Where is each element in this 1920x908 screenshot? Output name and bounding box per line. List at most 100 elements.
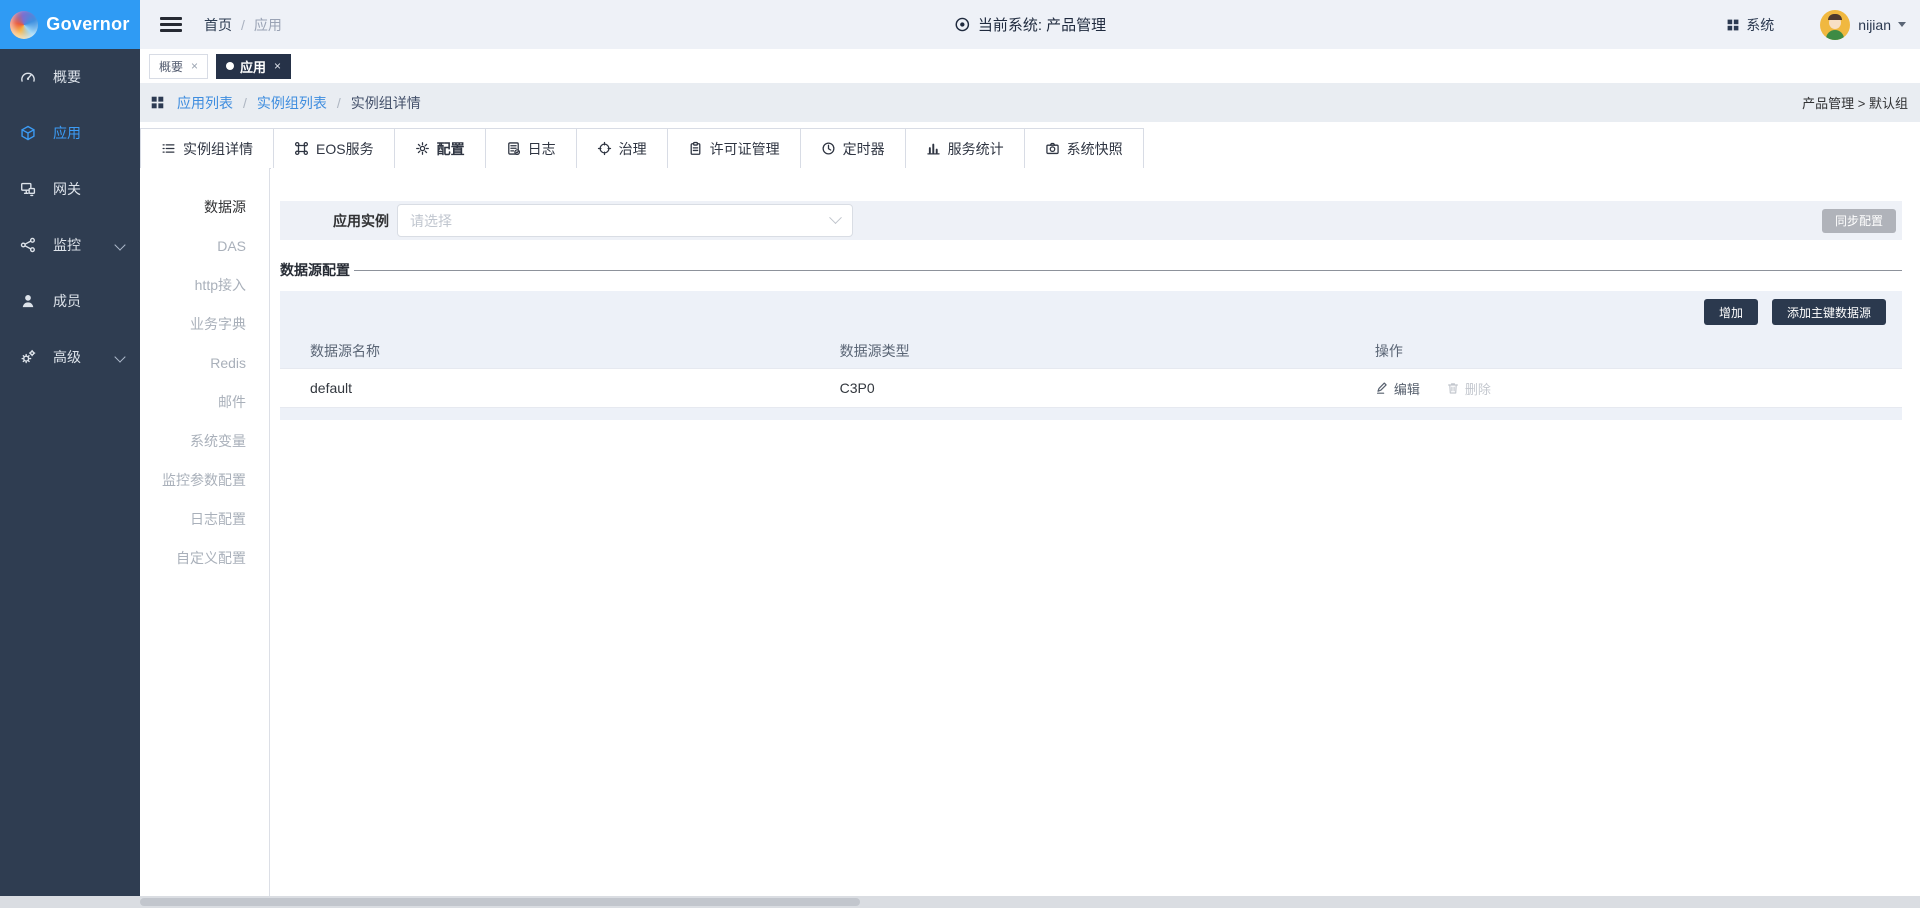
current-system-indicator: 当前系统: 产品管理 xyxy=(954,14,1106,35)
submenu-item[interactable]: http接入 xyxy=(140,266,269,305)
submenu-item[interactable]: Redis xyxy=(140,344,269,383)
gears-icon xyxy=(20,349,36,365)
breadcrumb-current: 应用 xyxy=(254,15,282,35)
chevron-down-icon[interactable] xyxy=(1898,22,1906,27)
tab[interactable]: 定时器 xyxy=(800,128,905,168)
tab[interactable]: 日志 xyxy=(485,128,576,168)
tag-bar: 概要 × 应用 × xyxy=(140,49,1920,83)
eos-icon xyxy=(294,141,309,156)
submenu-item[interactable]: 监控参数配置 xyxy=(140,461,269,500)
tab[interactable]: 实例组详情 xyxy=(140,128,273,168)
tab-label: 定时器 xyxy=(843,139,885,159)
grid-icon xyxy=(1726,18,1740,32)
horizontal-scrollbar[interactable] xyxy=(0,896,1920,908)
sidebar-item[interactable]: 应用 xyxy=(0,105,140,161)
tab[interactable]: 许可证管理 xyxy=(667,128,800,168)
instance-select-row: 应用实例 请选择 同步配置 xyxy=(280,201,1902,240)
tab-label: 许可证管理 xyxy=(710,139,780,159)
sidebar-item[interactable]: 监控 xyxy=(0,217,140,273)
delete-action[interactable]: 删除 xyxy=(1446,379,1491,398)
sidebar-item[interactable]: 高级 xyxy=(0,329,140,385)
tab[interactable]: 服务统计 xyxy=(905,128,1024,168)
breadcrumb-link-app-list[interactable]: 应用列表 xyxy=(177,93,233,113)
chevron-down-icon xyxy=(114,351,125,362)
column-header-name: 数据源名称 xyxy=(280,341,840,361)
gauge-icon xyxy=(20,69,36,85)
top-header: 首页 / 应用 当前系统: 产品管理 系统 nijian xyxy=(140,0,1920,49)
logo[interactable]: Governor xyxy=(0,0,140,49)
apps-grid-icon[interactable] xyxy=(150,95,165,110)
config-submenu: 数据源DAShttp接入业务字典Redis邮件系统变量监控参数配置日志配置自定义… xyxy=(140,168,270,896)
table-row: default C3P0 编辑 删除 xyxy=(280,368,1902,408)
chevron-down-icon xyxy=(829,211,842,224)
submenu-item[interactable]: DAS xyxy=(140,227,269,266)
submenu-item[interactable]: 邮件 xyxy=(140,383,269,422)
breadcrumb-home-link[interactable]: 首页 xyxy=(204,15,232,35)
tab-label: EOS服务 xyxy=(316,139,374,159)
active-dot-icon xyxy=(226,62,234,70)
breadcrumb-separator: / xyxy=(243,95,247,111)
scrollbar-thumb[interactable] xyxy=(140,898,860,906)
tab-label: 配置 xyxy=(437,139,465,159)
username[interactable]: nijian xyxy=(1858,17,1891,33)
tab[interactable]: EOS服务 xyxy=(273,128,394,168)
table-actions: 增加 添加主键数据源 xyxy=(280,291,1902,325)
breadcrumb-bar: 应用列表 / 实例组列表 / 实例组详情 产品管理 > 默认组 xyxy=(140,83,1920,122)
page-tag-label: 应用 xyxy=(240,57,266,76)
list-icon xyxy=(161,141,176,156)
edit-action[interactable]: 编辑 xyxy=(1375,379,1420,398)
add-primary-key-datasource-button[interactable]: 添加主键数据源 xyxy=(1772,299,1886,325)
submenu-item[interactable]: 业务字典 xyxy=(140,305,269,344)
sidebar-item[interactable]: 成员 xyxy=(0,273,140,329)
select-placeholder: 请选择 xyxy=(410,211,452,231)
avatar[interactable] xyxy=(1820,10,1850,40)
app-window: Governor 首页 / 应用 当前系统: 产品管理 系统 nijian xyxy=(0,0,1920,908)
tab-label: 日志 xyxy=(528,139,556,159)
cube-icon xyxy=(20,125,36,141)
trash-icon xyxy=(1446,381,1460,395)
sidebar-item-label: 应用 xyxy=(53,123,81,143)
system-menu-label: 系统 xyxy=(1746,15,1774,35)
instance-select[interactable]: 请选择 xyxy=(397,204,853,237)
page-tag[interactable]: 应用 × xyxy=(216,54,291,79)
sidebar-item[interactable]: 网关 xyxy=(0,161,140,217)
tab[interactable]: 配置 xyxy=(394,128,485,168)
sidebar-item-label: 概要 xyxy=(53,67,81,87)
edit-label: 编辑 xyxy=(1394,379,1420,398)
submenu-item[interactable]: 系统变量 xyxy=(140,422,269,461)
tab[interactable]: 治理 xyxy=(576,128,667,168)
close-icon[interactable]: × xyxy=(191,59,198,73)
table-header: 数据源名称 数据源类型 操作 xyxy=(280,334,1902,368)
tab-label: 系统快照 xyxy=(1067,139,1123,159)
column-header-actions: 操作 xyxy=(1375,341,1902,361)
sync-config-button[interactable]: 同步配置 xyxy=(1822,209,1896,233)
header-right: 系统 nijian xyxy=(1726,10,1906,40)
gear-icon xyxy=(415,141,430,156)
section-tabs: 实例组详情 EOS服务 配置 日志 治理 许可证管理 定时器 服 xyxy=(140,128,1920,169)
submenu-item[interactable]: 自定义配置 xyxy=(140,539,269,578)
sidebar-item-label: 网关 xyxy=(53,179,81,199)
stats-icon xyxy=(926,141,941,156)
breadcrumb-link-instance-group-list[interactable]: 实例组列表 xyxy=(257,93,327,113)
section-divider xyxy=(354,270,1902,271)
instance-label: 应用实例 xyxy=(333,211,389,231)
delete-label: 删除 xyxy=(1465,379,1491,398)
datasource-section-header: 数据源配置 xyxy=(280,260,1902,280)
main-sidebar: 概要 应用 网关 监控 成员 高级 xyxy=(0,49,140,908)
tab[interactable]: 系统快照 xyxy=(1024,128,1144,168)
close-icon[interactable]: × xyxy=(274,59,281,73)
system-menu-button[interactable]: 系统 xyxy=(1726,15,1774,35)
submenu-item[interactable]: 数据源 xyxy=(140,188,269,227)
page-tag[interactable]: 概要 × xyxy=(149,54,208,79)
snapshot-icon xyxy=(1045,141,1060,156)
tab-label: 实例组详情 xyxy=(183,139,253,159)
add-button[interactable]: 增加 xyxy=(1704,299,1758,325)
sidebar-item[interactable]: 概要 xyxy=(0,49,140,105)
breadcrumb-current-page: 实例组详情 xyxy=(351,93,421,113)
chevron-down-icon xyxy=(114,239,125,250)
tab-label: 治理 xyxy=(619,139,647,159)
page-tag-label: 概要 xyxy=(159,58,183,75)
datasource-type-cell: C3P0 xyxy=(840,380,1375,396)
hamburger-menu-icon[interactable] xyxy=(160,17,182,32)
submenu-item[interactable]: 日志配置 xyxy=(140,500,269,539)
